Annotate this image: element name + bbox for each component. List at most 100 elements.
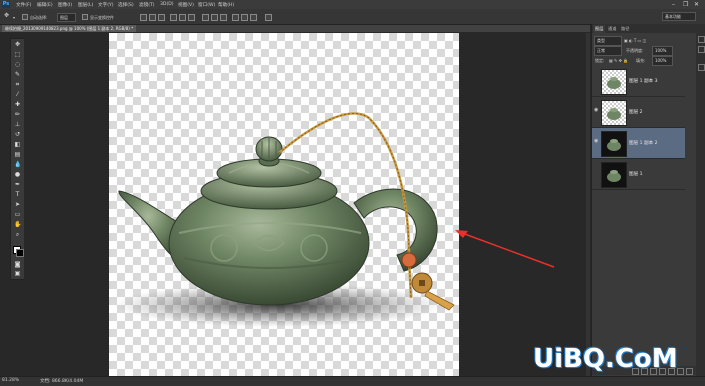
distribute-vcenter-icon[interactable] <box>211 14 218 21</box>
workspace-dropdown[interactable]: 基本功能 <box>662 12 696 21</box>
healing-brush-tool-icon[interactable]: ✚ <box>14 101 21 108</box>
visibility-eye-icon[interactable] <box>594 170 599 175</box>
blur-tool-icon[interactable]: 💧 <box>14 161 21 168</box>
crop-tool-icon[interactable]: ⌗ <box>14 81 21 88</box>
history-brush-tool-icon[interactable]: ↺ <box>14 131 21 138</box>
layer-name[interactable]: 图层 2 <box>629 109 643 115</box>
menu-select[interactable]: 选择(S) <box>118 2 134 8</box>
layer-kind-filter[interactable]: 类型 <box>594 36 622 46</box>
layer-name[interactable]: 图层 1 副本 2 <box>629 140 658 146</box>
distribute-hcenter-icon[interactable] <box>241 14 248 21</box>
close-icon[interactable]: ✕ <box>694 1 699 8</box>
align-right-icon[interactable] <box>188 14 195 21</box>
photoshop-logo-icon: Ps <box>2 1 10 8</box>
visibility-eye-icon[interactable]: ◉ <box>594 139 599 144</box>
clone-stamp-tool-icon[interactable]: ⊥ <box>14 121 21 128</box>
blend-mode-dropdown[interactable]: 正常 <box>594 46 622 56</box>
align-vcenter-icon[interactable] <box>149 14 156 21</box>
filter-icons[interactable]: ▣ ◐ T ▭ ◫ <box>624 38 646 43</box>
opacity-label: 不透明度: <box>626 48 644 53</box>
menu-view[interactable]: 视图(V) <box>178 2 194 8</box>
menu-3d[interactable]: 3D(D) <box>160 2 174 7</box>
layers-panel: 图层 通道 路径 类型 ▣ ◐ T ▭ ◫ 正常 不透明度: 100% 锁定: … <box>591 24 696 376</box>
menu-help[interactable]: 帮助(H) <box>218 2 234 8</box>
align-bottom-icon[interactable] <box>158 14 165 21</box>
toolbox: ✥ ⬚ ◌ ✎ ⌗ ⁄ ✚ ✏ ⊥ ↺ ◧ ▤ 💧 ● ✒ T ➤ ▭ ✋ ⌕ … <box>10 38 25 280</box>
distribute-bottom-icon[interactable] <box>220 14 227 21</box>
shape-tool-icon[interactable]: ▭ <box>14 211 21 218</box>
align-top-icon[interactable] <box>140 14 147 21</box>
vertical-scrollbar[interactable] <box>586 33 590 376</box>
minimize-icon[interactable]: – <box>672 1 675 8</box>
dodge-tool-icon[interactable]: ● <box>14 171 21 178</box>
path-select-tool-icon[interactable]: ➤ <box>14 201 21 208</box>
auto-select-dropdown[interactable]: 图层 <box>57 13 76 22</box>
quick-select-tool-icon[interactable]: ✎ <box>14 71 21 78</box>
quick-mask-icon[interactable]: ◙ <box>14 261 21 268</box>
teapot-image <box>114 112 455 327</box>
pen-tool-icon[interactable]: ✒ <box>14 181 21 188</box>
menu-image[interactable]: 图像(I) <box>58 2 72 8</box>
move-tool-icon[interactable]: ✥ <box>14 41 21 48</box>
layer-row-selected[interactable]: ◉ 图层 1 副本 2 <box>592 128 685 159</box>
history-panel-icon[interactable] <box>698 36 705 43</box>
eraser-tool-icon[interactable]: ◧ <box>14 141 21 148</box>
layer-thumbnail <box>601 131 627 157</box>
distribute-right-icon[interactable] <box>250 14 257 21</box>
document-info[interactable]: 文档: 866.8K/4.04M <box>40 378 83 384</box>
distribute-left-icon[interactable] <box>232 14 239 21</box>
menu-type[interactable]: 文字(Y) <box>98 2 114 8</box>
align-hcenter-icon[interactable] <box>179 14 186 21</box>
screen-mode-icon[interactable]: ▣ <box>14 270 21 277</box>
checkbox-auto-select[interactable] <box>22 14 28 20</box>
lasso-tool-icon[interactable]: ◌ <box>14 61 21 68</box>
panel-tab-bar: 图层 通道 路径 <box>592 24 696 33</box>
layer-row[interactable]: ◉ 图层 2 <box>592 97 685 128</box>
fill-label: 填充: <box>636 58 646 63</box>
menu-layer[interactable]: 图层(L) <box>78 2 93 8</box>
layer-row[interactable]: 图层 1 副本 3 <box>592 66 685 97</box>
document-canvas[interactable] <box>109 33 459 376</box>
background-color-swatch[interactable] <box>16 249 24 257</box>
brush-tool-icon[interactable]: ✏ <box>14 111 21 118</box>
document-tab[interactable]: 继续拍摄_20130909140823.png @ 100% (图层 1 副本 … <box>2 25 137 32</box>
type-tool-icon[interactable]: T <box>14 191 21 198</box>
restore-icon[interactable]: ❐ <box>683 1 688 8</box>
menu-edit[interactable]: 编辑(E) <box>37 2 53 8</box>
menu-window[interactable]: 窗口(W) <box>198 2 215 8</box>
zoom-level[interactable]: 81.28% <box>2 378 19 383</box>
visibility-eye-icon[interactable] <box>594 77 599 82</box>
visibility-eye-icon[interactable]: ◉ <box>594 108 599 113</box>
layer-name[interactable]: 图层 1 副本 3 <box>629 78 658 84</box>
chevron-down-icon[interactable]: ▾ <box>13 15 15 20</box>
actions-panel-icon[interactable] <box>698 64 705 71</box>
hand-tool-icon[interactable]: ✋ <box>14 221 21 228</box>
menu-file[interactable]: 文件(F) <box>16 2 31 8</box>
tab-layers[interactable]: 图层 <box>593 25 606 33</box>
zoom-tool-icon[interactable]: ⌕ <box>14 231 21 238</box>
eyedropper-tool-icon[interactable]: ⁄ <box>14 91 21 98</box>
tab-paths[interactable]: 路径 <box>619 25 631 33</box>
properties-panel-icon[interactable] <box>698 46 705 53</box>
layer-name[interactable]: 图层 1 <box>629 171 643 177</box>
opacity-field[interactable]: 100% <box>652 46 673 56</box>
watermark: UiBQ.CoM <box>533 344 678 374</box>
align-left-icon[interactable] <box>170 14 177 21</box>
new-layer-icon[interactable] <box>677 368 684 375</box>
document-tab-bar: 继续拍摄_20130909140823.png @ 100% (图层 1 副本 … <box>0 25 590 32</box>
tab-channels[interactable]: 通道 <box>606 25 618 33</box>
menu-filter[interactable]: 滤镜(T) <box>139 2 155 8</box>
gradient-tool-icon[interactable]: ▤ <box>14 151 21 158</box>
checkbox-show-transform[interactable] <box>82 14 88 20</box>
move-tool-icon[interactable]: ✥ <box>4 12 9 19</box>
lock-icons[interactable]: ▦ ✎ ✥ 🔒 <box>609 58 628 63</box>
layer-thumbnail <box>601 162 627 188</box>
auto-align-icon[interactable] <box>265 14 272 21</box>
menu-bar: Ps 文件(F) 编辑(E) 图像(I) 图层(L) 文字(Y) 选择(S) 滤… <box>0 0 705 9</box>
distribute-top-icon[interactable] <box>202 14 209 21</box>
marquee-tool-icon[interactable]: ⬚ <box>14 51 21 58</box>
options-bar: ✥ ▾ 自动选择: 图层 显示变换控件 <box>0 9 705 25</box>
layer-row[interactable]: 图层 1 <box>592 159 685 190</box>
fill-field[interactable]: 100% <box>652 56 673 66</box>
delete-layer-icon[interactable] <box>686 368 693 375</box>
